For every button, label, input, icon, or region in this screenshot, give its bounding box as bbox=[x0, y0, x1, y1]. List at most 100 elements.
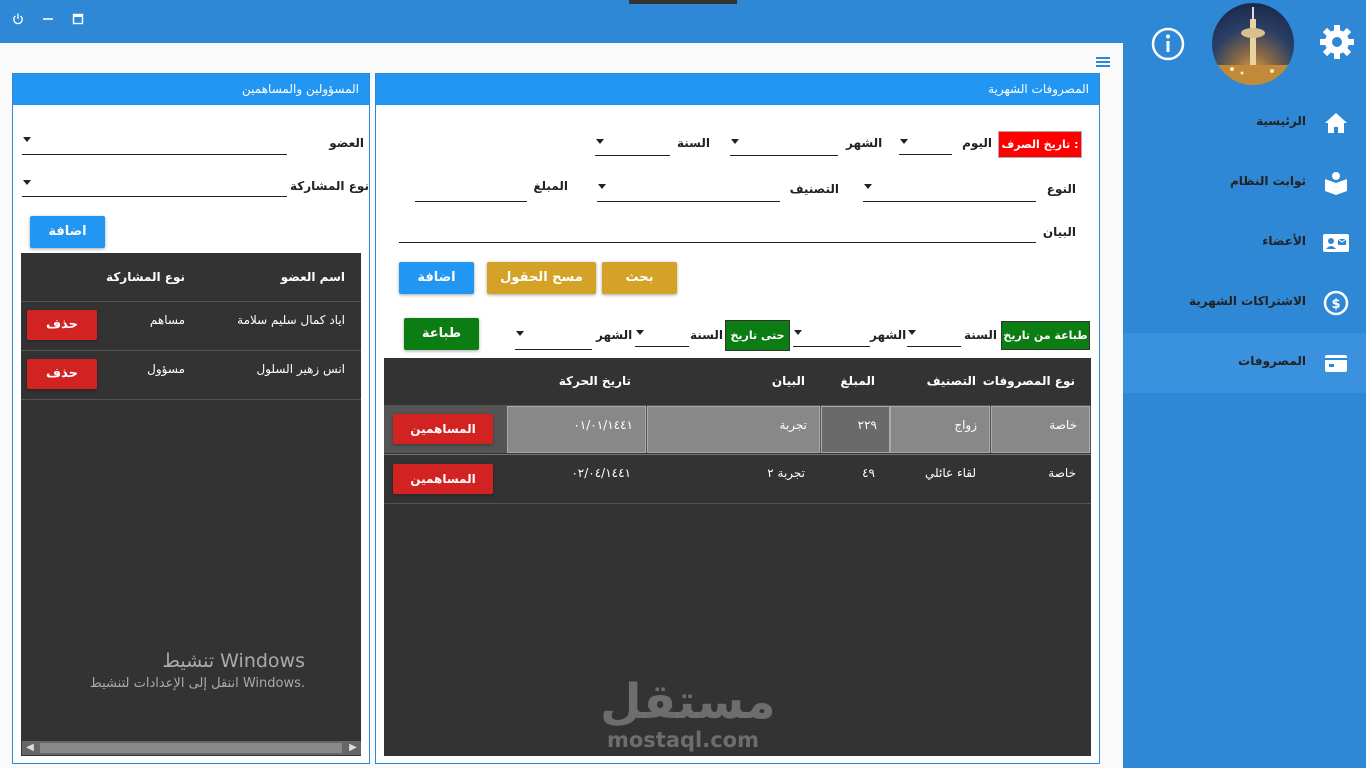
column-header-participation-type[interactable]: نوع المشاركة bbox=[100, 270, 185, 284]
contributors-button[interactable]: المساهمين bbox=[393, 464, 493, 494]
table-cell[interactable]: ٤٩ bbox=[830, 466, 875, 480]
expense-date-tag: تاريخ الصرف : bbox=[998, 131, 1082, 158]
table-divider bbox=[384, 454, 1091, 455]
sidebar-item-label: الاشتراكات الشهرية bbox=[1188, 294, 1306, 308]
amount-input[interactable] bbox=[415, 201, 527, 202]
chevron-down-icon[interactable] bbox=[596, 139, 604, 144]
to-year-select[interactable] bbox=[635, 346, 689, 347]
table-cell[interactable]: مساهم bbox=[110, 313, 185, 327]
chevron-down-icon[interactable] bbox=[23, 137, 31, 142]
table-cell[interactable]: خاصة bbox=[990, 466, 1076, 480]
table-cell[interactable]: خاصة bbox=[991, 406, 1090, 453]
contact-card-icon bbox=[1322, 229, 1350, 257]
chevron-down-icon[interactable] bbox=[23, 180, 31, 185]
from-year-select[interactable] bbox=[907, 346, 961, 347]
delete-button[interactable]: حذف bbox=[27, 359, 97, 389]
gear-icon[interactable] bbox=[1317, 22, 1357, 62]
year-select[interactable] bbox=[595, 155, 670, 156]
month-select[interactable] bbox=[730, 155, 838, 156]
power-icon[interactable] bbox=[8, 12, 28, 32]
sidebar-item-home[interactable]: الرئيسية bbox=[1123, 93, 1366, 153]
table-divider bbox=[21, 301, 361, 302]
sidebar-item-monthly-subscriptions[interactable]: الاشتراكات الشهرية $ bbox=[1123, 273, 1366, 333]
print-button[interactable]: طباعة bbox=[404, 318, 479, 350]
table-cell[interactable]: اياد كمال سليم سلامة bbox=[200, 313, 345, 327]
category-select[interactable] bbox=[597, 201, 780, 202]
column-header-member-name[interactable]: اسم العضو bbox=[240, 270, 345, 284]
avatar[interactable] bbox=[1212, 3, 1294, 85]
chevron-down-icon[interactable] bbox=[900, 139, 908, 144]
maximize-icon[interactable] bbox=[68, 12, 88, 32]
amount-label: المبلغ bbox=[533, 179, 568, 193]
info-icon[interactable] bbox=[1150, 26, 1186, 62]
delete-button[interactable]: حذف bbox=[27, 310, 97, 340]
panel-title: المصروفات الشهرية bbox=[376, 74, 1099, 105]
day-label: اليوم bbox=[962, 136, 992, 150]
participation-type-label: نوع المشاركة bbox=[290, 179, 369, 193]
to-date-tag: حتى تاريخ bbox=[725, 320, 790, 351]
minimize-icon[interactable] bbox=[38, 12, 58, 32]
menu-icon[interactable] bbox=[1096, 57, 1110, 67]
table-cell[interactable]: ٠٢/٠٤/١٤٤١ bbox=[540, 466, 631, 480]
day-select[interactable] bbox=[899, 154, 952, 155]
table-cell[interactable]: لقاء عائلي bbox=[900, 466, 976, 480]
member-label: العضو bbox=[329, 136, 364, 150]
print-from-date-tag: طباعة من تاريخ bbox=[1001, 321, 1090, 350]
column-header-transaction-date[interactable]: تاريخ الحركة bbox=[540, 374, 631, 388]
month-label: الشهر bbox=[846, 136, 883, 150]
sidebar-item-label: الرئيسية bbox=[1256, 114, 1306, 128]
table-cell[interactable]: تجربة bbox=[647, 406, 820, 453]
title-bar-notch bbox=[629, 0, 737, 4]
chevron-down-icon[interactable] bbox=[636, 330, 644, 335]
table-cell[interactable]: ٢٢٩ bbox=[821, 406, 890, 453]
table-cell[interactable]: ٠١/٠١/١٤٤١ bbox=[507, 406, 646, 453]
statement-label: البيان bbox=[1042, 225, 1076, 239]
to-month-select[interactable] bbox=[515, 349, 592, 350]
sidebar-item-expenses[interactable]: المصروفات bbox=[1123, 333, 1366, 393]
mostaql-logo: مستقل bbox=[600, 674, 776, 730]
chevron-down-icon[interactable] bbox=[794, 330, 802, 335]
chevron-down-icon[interactable] bbox=[598, 184, 606, 189]
table-divider bbox=[21, 399, 361, 400]
search-button[interactable]: بحث bbox=[602, 262, 677, 294]
table-cell[interactable]: تجربة ٢ bbox=[740, 466, 805, 480]
member-select[interactable] bbox=[22, 154, 287, 155]
chevron-down-icon[interactable] bbox=[516, 331, 524, 336]
chevron-down-icon[interactable] bbox=[731, 139, 739, 144]
windows-activation-hint: انتقل إلى الإعدادات لتنشيط Windows. bbox=[89, 676, 305, 691]
scroll-right-icon[interactable]: ▶ bbox=[346, 742, 360, 754]
scroll-left-icon[interactable]: ◀ bbox=[23, 742, 37, 754]
sidebar: الرئيسية ثوابت النظام الأعضاء الاشتراكات… bbox=[1123, 43, 1366, 768]
table-cell[interactable]: انس زهير السلول bbox=[200, 362, 345, 376]
table-cell[interactable]: زواج bbox=[890, 406, 990, 453]
sidebar-item-system-constants[interactable]: ثوابت النظام bbox=[1123, 153, 1366, 213]
column-header-statement[interactable]: البيان bbox=[740, 374, 805, 388]
add-expense-button[interactable]: اضافة bbox=[399, 262, 474, 294]
clear-fields-button[interactable]: مسح الحقول bbox=[487, 262, 596, 294]
type-select[interactable] bbox=[863, 201, 1036, 202]
table-divider bbox=[21, 350, 361, 351]
category-label: التصنيف bbox=[789, 182, 839, 196]
column-header-expense-type[interactable]: نوع المصروفات bbox=[980, 374, 1075, 388]
to-month-label: الشهر bbox=[596, 328, 633, 342]
chevron-down-icon[interactable] bbox=[864, 184, 872, 189]
sidebar-item-label: ثوابت النظام bbox=[1229, 174, 1306, 188]
chevron-down-icon[interactable] bbox=[908, 330, 916, 335]
wallet-icon bbox=[1322, 349, 1350, 377]
column-header-category[interactable]: التصنيف bbox=[900, 374, 976, 388]
svg-text:$: $ bbox=[1331, 297, 1340, 312]
contributors-button[interactable]: المساهمين bbox=[393, 414, 493, 444]
table-divider bbox=[384, 503, 1091, 504]
column-header-amount[interactable]: المبلغ bbox=[830, 374, 875, 388]
from-month-label: الشهر bbox=[870, 328, 907, 342]
table-cell[interactable]: مسؤول bbox=[110, 362, 185, 376]
sidebar-item-members[interactable]: الأعضاء bbox=[1123, 213, 1366, 273]
scrollbar-thumb[interactable] bbox=[40, 743, 342, 753]
add-contributor-button[interactable]: اضافة bbox=[30, 216, 105, 248]
statement-input[interactable] bbox=[399, 242, 1036, 243]
participation-type-select[interactable] bbox=[22, 196, 287, 197]
book-icon bbox=[1322, 169, 1350, 197]
from-month-select[interactable] bbox=[793, 346, 870, 347]
home-icon bbox=[1322, 109, 1350, 137]
dollar-icon: $ bbox=[1322, 289, 1350, 317]
